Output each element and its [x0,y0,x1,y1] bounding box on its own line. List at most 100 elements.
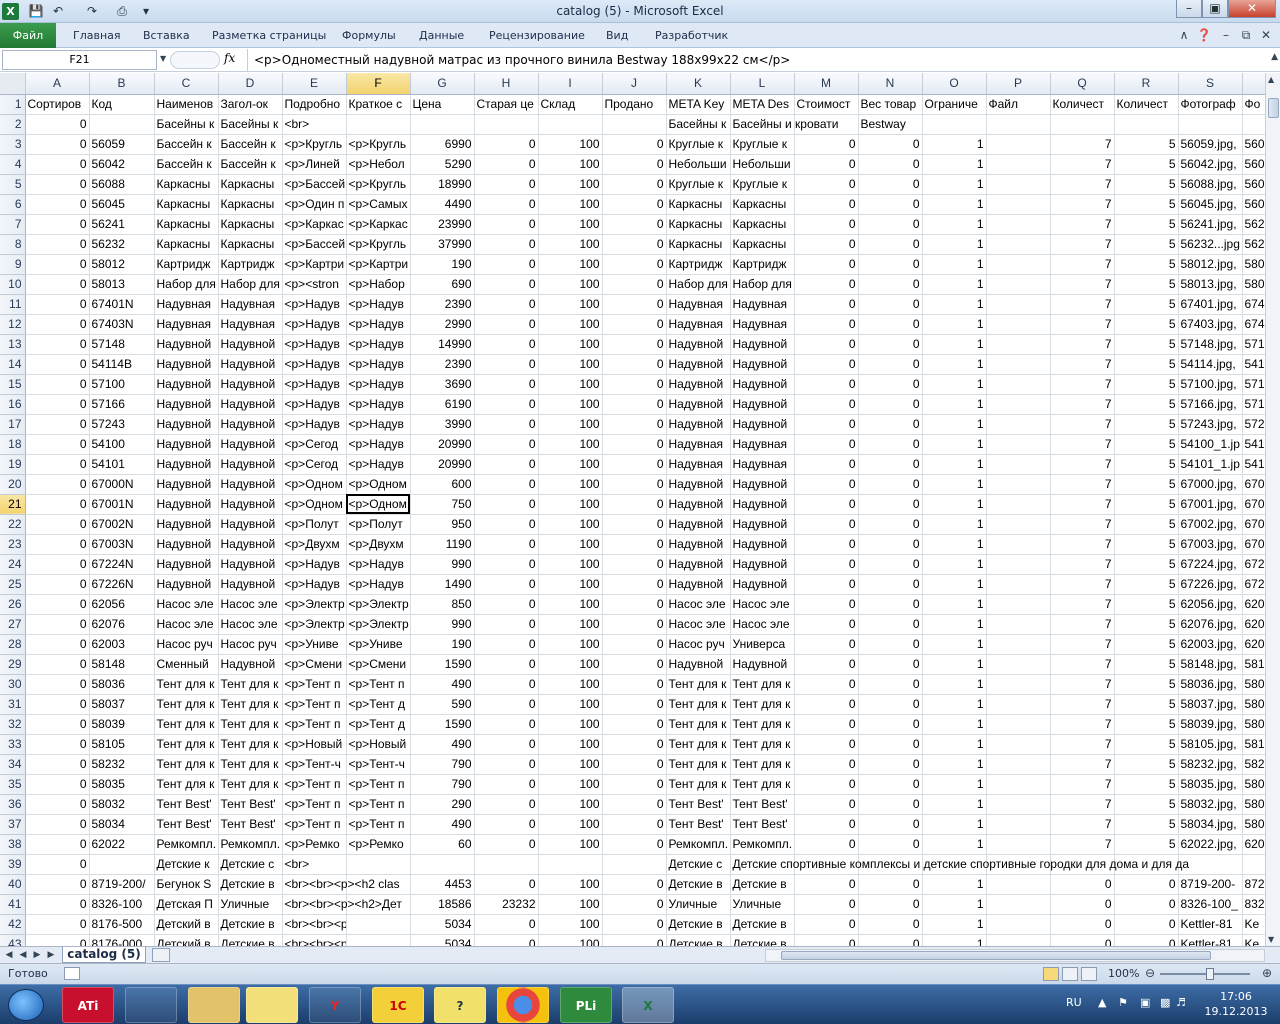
cell[interactable]: 54101 [89,454,155,475]
cell[interactable]: 670 [1242,514,1265,535]
row-header[interactable]: 43 [0,934,26,946]
cell[interactable]: 57243.jpg, [1178,414,1243,435]
cell[interactable] [346,854,411,875]
cell[interactable]: Цена [410,94,475,115]
cell[interactable]: Детские в [730,914,795,935]
cell[interactable]: 0 [474,334,539,355]
cell[interactable]: Надувной [154,374,219,395]
cell[interactable]: Надувной [154,414,219,435]
cell[interactable]: 0 [794,374,859,395]
cell[interactable]: 0 [858,454,923,475]
cell[interactable]: Тент Best' [154,794,219,815]
clock[interactable]: 17:06 19.12.2013 [1196,989,1276,1019]
taskbar-help-app[interactable]: ? [434,987,486,1023]
cell[interactable]: 1 [922,654,987,675]
cell[interactable]: 0 [602,774,667,795]
cell[interactable]: 56045.jpg, [1178,194,1243,215]
cell[interactable]: 7 [1050,234,1115,255]
cell[interactable]: 100 [538,214,603,235]
cell[interactable]: 58034.jpg, [1178,814,1243,835]
cell[interactable]: Загол-ок [218,94,283,115]
horizontal-scrollbar[interactable] [765,949,1265,962]
cell[interactable]: 0 [25,274,90,295]
cell[interactable]: 0 [602,894,667,915]
cell[interactable] [986,814,1051,835]
cell[interactable]: 672 [1242,574,1265,595]
cell[interactable]: 100 [538,794,603,815]
cell[interactable]: Насос эле [730,594,795,615]
collapse-ribbon-icon[interactable]: ∧ [1176,27,1192,43]
cell[interactable]: 5 [1114,174,1179,195]
cell[interactable]: Надувная [666,434,731,455]
cell[interactable]: 0 [794,794,859,815]
cell[interactable]: 0 [25,794,90,815]
cell[interactable]: Насос руч [218,634,283,655]
cell[interactable]: 1 [922,694,987,715]
cell[interactable]: 0 [25,254,90,275]
cell[interactable]: 62076 [89,614,155,635]
cell[interactable]: 0 [25,774,90,795]
cell[interactable] [986,894,1051,915]
cell[interactable]: 62056 [89,594,155,615]
cell[interactable]: 7 [1050,794,1115,815]
row-header[interactable]: 3 [0,134,26,155]
cell[interactable]: 0 [474,354,539,375]
cell[interactable]: Надувной [666,654,731,675]
cell[interactable]: 56059 [89,134,155,155]
cell[interactable]: 56241 [89,214,155,235]
close-button[interactable]: ✕ [1228,0,1276,18]
row-header[interactable]: 26 [0,594,26,615]
cell[interactable]: Каркасны [666,194,731,215]
cell[interactable]: Тент для к [666,754,731,775]
cell[interactable]: <p>Тент п [346,774,411,795]
cell[interactable]: 1 [922,814,987,835]
row-header[interactable]: 12 [0,314,26,335]
cell[interactable]: 0 [25,314,90,335]
cell[interactable]: Детские в [666,874,731,895]
cell[interactable]: 0 [858,214,923,235]
cell[interactable]: 100 [538,354,603,375]
cell[interactable]: <p>Полут [346,514,411,535]
cell[interactable]: 62003 [89,634,155,655]
cell[interactable] [986,274,1051,295]
cell[interactable]: 0 [25,414,90,435]
cell[interactable]: Надувной [730,514,795,535]
cell[interactable]: 0 [1050,934,1115,946]
cell[interactable]: 0 [858,414,923,435]
spreadsheet-grid[interactable]: ABCDEFGHIJKLMNOPQRST 1СортировКодНаимено… [0,73,1265,946]
cell[interactable]: Надувной [218,494,283,515]
cell[interactable]: Ремкомпл. [666,834,731,855]
cell[interactable]: 7 [1050,174,1115,195]
cell[interactable]: Тент для к [218,774,283,795]
cell[interactable]: Детские в [666,914,731,935]
column-header-o[interactable]: O [922,73,987,95]
cell[interactable]: 0 [474,374,539,395]
cell[interactable]: 0 [858,334,923,355]
tab-home[interactable]: Главная [73,23,121,48]
cell[interactable]: <p>Надув [282,294,347,315]
cell[interactable]: Круглые к [666,134,731,155]
cell[interactable] [346,934,411,946]
cell[interactable]: 5 [1114,634,1179,655]
row-header[interactable]: 10 [0,274,26,295]
cell[interactable]: 0 [858,754,923,775]
row-header[interactable]: 38 [0,834,26,855]
cell[interactable]: 1 [922,594,987,615]
cell[interactable]: 1190 [410,534,475,555]
cell[interactable]: 62003.jpg, [1178,634,1243,655]
cell[interactable]: 100 [538,654,603,675]
cell[interactable]: 1 [922,174,987,195]
cell[interactable]: 58036 [89,674,155,695]
cell[interactable]: Тент Best' [666,794,731,815]
cell[interactable]: <p>Надув [346,334,411,355]
cell[interactable]: 0 [474,454,539,475]
cell[interactable]: 990 [410,614,475,635]
cell[interactable]: 0 [474,874,539,895]
cell[interactable]: 0 [794,714,859,735]
cell[interactable]: Тент для к [666,714,731,735]
cell[interactable]: 67000.jpg, [1178,474,1243,495]
cell[interactable]: Насос эле [666,614,731,635]
prev-sheet-icon[interactable]: ◀ [16,948,30,962]
cell[interactable]: 5 [1114,314,1179,335]
cell[interactable] [89,114,155,135]
